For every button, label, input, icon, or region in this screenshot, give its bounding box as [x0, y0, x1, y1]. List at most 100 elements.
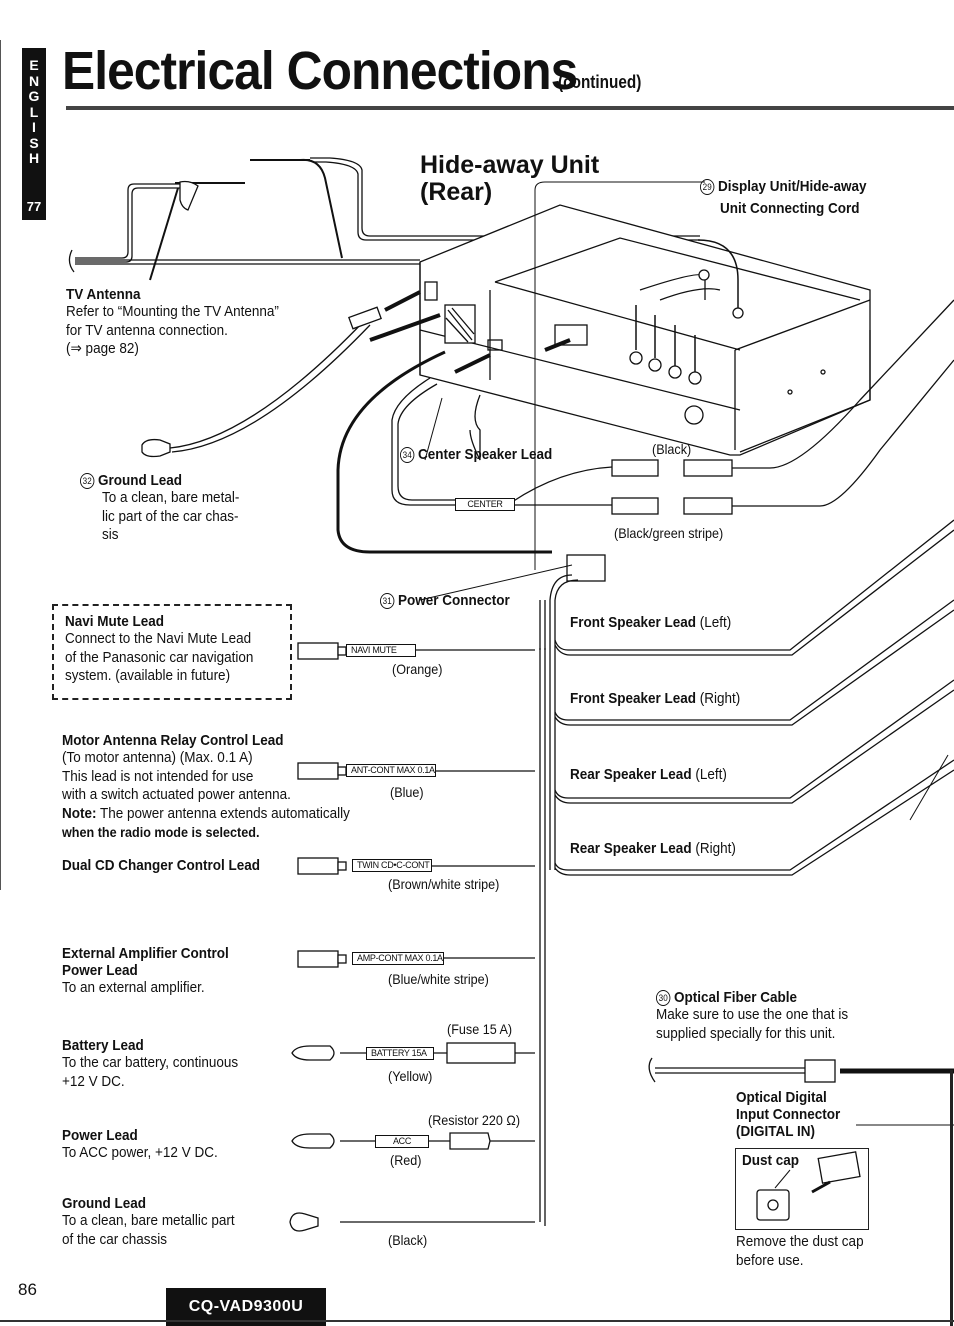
power-connector-title: 31 Power Connector: [380, 592, 510, 609]
connecting-cord-label: 29 Display Unit/Hide-away: [700, 178, 867, 195]
navi-mute-tag: NAVI MUTE: [346, 644, 416, 657]
page-reference-link[interactable]: (⇒ page 82): [66, 340, 279, 359]
item-number-badge: 32: [80, 473, 95, 489]
ext-amp-text: To an external amplifier.: [62, 979, 205, 996]
speaker-lead-title: Front Speaker Lead: [570, 690, 697, 707]
speaker-lead-side: (Right): [699, 690, 741, 707]
navi-mute-title: Navi Mute Lead: [65, 613, 165, 630]
center-speaker-label: Center Speaker Lead: [418, 446, 553, 463]
ground-lead-32-text: sis: [102, 526, 119, 543]
speaker-lead-rear-left: Rear Speaker Lead (Left): [570, 766, 727, 785]
center-color-bottom: (Black/green stripe): [614, 525, 724, 541]
ground-lead-title: Ground Lead: [62, 1195, 147, 1212]
power-lead-title: Power Lead: [62, 1127, 138, 1144]
note-text: The power antenna extends automatically: [100, 804, 350, 822]
ext-amp-title: External Amplifier Control: [62, 945, 229, 962]
center-color-top: (Black): [652, 441, 692, 457]
optical-text: supplied specially for this unit.: [656, 1024, 836, 1042]
ext-amp-section: External Amplifier Control Power Lead To…: [62, 945, 247, 998]
resistor-label: (Resistor 220 Ω): [428, 1112, 521, 1128]
item-number-badge: 29: [700, 179, 715, 195]
item-number-badge: 31: [380, 593, 395, 609]
speaker-lead-rear-right: Rear Speaker Lead (Right): [570, 840, 736, 859]
power-lead-section: Power Lead To ACC power, +12 V DC.: [62, 1127, 235, 1163]
connecting-cord-line2: Unit Connecting Cord: [720, 200, 860, 217]
hideaway-title-line2: (Rear): [420, 178, 493, 206]
hideaway-unit-illustration: [419, 204, 871, 456]
connector-line: (DIGITAL IN): [736, 1123, 816, 1140]
note-label: Note:: [62, 804, 97, 822]
dust-note-text: Remove the dust cap: [736, 1233, 864, 1250]
note-bold-text: when the radio mode is selected.: [62, 824, 260, 840]
navi-mute-text: Connect to the Navi Mute Lead: [65, 630, 252, 647]
ground-lead-text: of the car chassis: [62, 1230, 168, 1248]
acc-tag: ACC: [375, 1135, 429, 1148]
speaker-lead-title: Front Speaker Lead: [570, 614, 697, 631]
motor-antenna-section: Motor Antenna Relay Control Lead (To mot…: [62, 732, 382, 842]
speaker-lead-title: Rear Speaker Lead: [570, 766, 692, 783]
optical-title: Optical Fiber Cable: [674, 989, 798, 1006]
amp-cont-tag: AMP-CONT MAX 0.1A: [352, 952, 444, 965]
navi-mute-section: Navi Mute Lead Connect to the Navi Mute …: [65, 613, 274, 686]
speaker-lead-front-right: Front Speaker Lead (Right): [570, 690, 740, 709]
page-number: 86: [18, 1280, 37, 1299]
ext-amp-title: Power Lead: [62, 962, 138, 979]
speaker-lead-side: (Left): [699, 614, 732, 631]
item-number-badge: 30: [656, 990, 671, 1006]
tv-antenna-title: TV Antenna: [66, 286, 141, 303]
dual-cd-color: (Brown/white stripe): [388, 876, 500, 892]
center-speaker-title: 34 Center Speaker Lead: [400, 446, 552, 463]
ground-lead-32-title: Ground Lead: [98, 472, 183, 489]
navi-mute-text: of the Panasonic car navigation: [65, 648, 254, 666]
dual-cd-title: Dual CD Changer Control Lead: [62, 857, 261, 874]
dust-note-text: before use.: [736, 1251, 804, 1269]
optical-section: 30 Optical Fiber Cable Make sure to use t…: [656, 989, 869, 1043]
ant-cont-color: (Blue): [390, 784, 424, 800]
footer-rule: [0, 1320, 954, 1322]
ground-lead-color: (Black): [388, 1232, 428, 1248]
navi-mute-color: (Orange): [392, 661, 443, 677]
speaker-lead-title: Rear Speaker Lead: [570, 840, 692, 857]
ground-lead-32-text: lic part of the car chas-: [102, 507, 239, 525]
navi-mute-text: system. (available in future): [65, 667, 231, 684]
dust-cap-label: Dust cap: [742, 1152, 800, 1169]
connector-line: Optical Digital: [736, 1089, 827, 1106]
ground-lead-32-section: 32 Ground Lead To a clean, bare metal- li…: [80, 472, 255, 545]
page-edge-rule-right: [950, 1070, 953, 1326]
speaker-lead-front-left: Front Speaker Lead (Left): [570, 614, 731, 633]
battery-title: Battery Lead: [62, 1037, 144, 1054]
power-connector-label: Power Connector: [398, 592, 510, 609]
ground-lead-section: Ground Lead To a clean, bare metallic pa…: [62, 1195, 254, 1249]
motor-antenna-text: with a switch actuated power antenna.: [62, 786, 291, 803]
ground-lead-text: To a clean, bare metallic part: [62, 1212, 235, 1229]
tv-antenna-text: Refer to “Mounting the TV Antenna”: [66, 303, 279, 320]
optical-connector-label: Optical Digital Input Connector (DIGITAL…: [736, 1089, 852, 1140]
power-lead-text: To ACC power, +12 V DC.: [62, 1144, 218, 1161]
connecting-cord-line1: Display Unit/Hide-away: [718, 178, 867, 195]
battery-section: Battery Lead To the car battery, continu…: [62, 1037, 258, 1091]
tv-antenna-section: TV Antenna Refer to “Mounting the TV Ant…: [66, 286, 303, 359]
hideaway-unit-title: Hide-away Unit (Rear): [420, 152, 599, 206]
ground-lead-32-text: To a clean, bare metal-: [102, 489, 240, 506]
dual-cd-tag: TWIN CD•C-CONT: [352, 859, 432, 872]
ant-cont-tag: ANT-CONT MAX 0.1A: [346, 764, 436, 777]
dust-note: Remove the dust cap before use.: [736, 1233, 878, 1270]
battery-text: +12 V DC.: [62, 1072, 125, 1090]
item-number-badge: 34: [400, 447, 415, 463]
connector-line: Input Connector: [736, 1106, 841, 1123]
optical-text: Make sure to use the one that is: [656, 1006, 849, 1023]
center-tag: CENTER: [455, 498, 515, 511]
battery-color: (Yellow): [388, 1068, 433, 1084]
motor-antenna-text: (To motor antenna) (Max. 0.1 A): [62, 749, 253, 766]
motor-antenna-title: Motor Antenna Relay Control Lead: [62, 732, 284, 749]
motor-antenna-text: This lead is not intended for use: [62, 767, 254, 785]
speaker-lead-side: (Right): [695, 840, 736, 857]
battery-text: To the car battery, continuous: [62, 1054, 239, 1071]
hideaway-title-line1: Hide-away Unit: [420, 151, 600, 179]
ext-amp-color: (Blue/white stripe): [388, 971, 489, 987]
speaker-lead-side: (Left): [695, 766, 727, 783]
power-lead-color: (Red): [390, 1152, 422, 1168]
tv-antenna-text: for TV antenna connection.: [66, 321, 228, 339]
battery-tag: BATTERY 15A: [366, 1047, 434, 1060]
fuse-label: (Fuse 15 A): [447, 1021, 513, 1037]
